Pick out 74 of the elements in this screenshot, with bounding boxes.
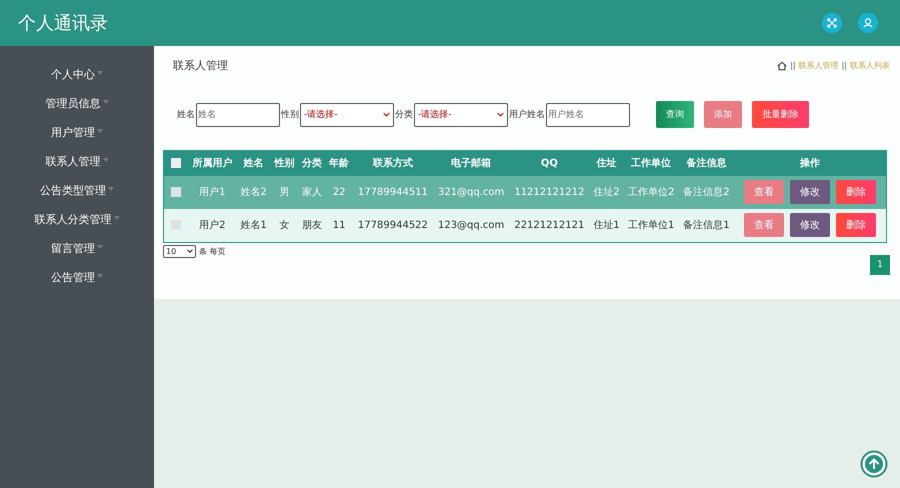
chevron-down-icon <box>497 112 504 117</box>
column-header: 操作 <box>734 150 886 176</box>
table-cell: 17789944511 <box>352 176 433 208</box>
app-title: 个人通讯录 <box>18 12 108 35</box>
scroll-to-top-icon[interactable] <box>860 450 888 478</box>
breadcrumb-separator: || <box>790 61 796 70</box>
column-header: 备注信息 <box>678 150 734 176</box>
table-cell: 女 <box>270 208 298 242</box>
breadcrumb-separator: || <box>842 61 847 70</box>
field-label: 用户姓名 <box>509 108 545 121</box>
column-header: 联系方式 <box>352 150 433 176</box>
row-action-button[interactable]: 删除 <box>836 213 876 237</box>
table-cell: 备注信息1 <box>678 208 734 242</box>
home-icon[interactable] <box>777 60 788 70</box>
table-cell: 工作单位1 <box>624 208 679 242</box>
column-header: 所属用户 <box>188 150 236 176</box>
column-header: 工作单位 <box>624 150 679 176</box>
user-icon[interactable] <box>858 13 878 33</box>
row-checkbox[interactable] <box>171 186 181 197</box>
table-cell: 22 <box>325 176 353 208</box>
table-cell: 11212121212 <box>509 176 590 208</box>
chevron-down-icon <box>383 112 390 117</box>
page-button[interactable]: 1 <box>870 254 890 274</box>
select-field[interactable]: -请选择- <box>300 102 394 126</box>
page-size-label: 条 每页 <box>199 246 226 256</box>
column-header: 住址 <box>589 150 624 176</box>
table-cell: 姓名2 <box>236 176 271 208</box>
action-button[interactable]: 查询 <box>656 101 694 128</box>
sidebar-item[interactable]: 留言管理 <box>0 234 154 263</box>
table-cell: 用户1 <box>188 176 236 208</box>
table-row[interactable]: 用户1 姓名2 男 家人 22 17789944511 321@qq.com 11212121212 住址2 工作单位2 备注信息2 查看 修改 删除 <box>164 176 886 208</box>
row-action-button[interactable]: 修改 <box>790 180 830 204</box>
column-header: 性别 <box>270 150 298 176</box>
table-cell: 男 <box>270 176 298 208</box>
table-cell: 17789944522 <box>352 208 433 242</box>
field-label: 姓名 <box>177 108 195 121</box>
table-cell: 家人 <box>298 176 326 208</box>
table-row[interactable]: 用户2 姓名1 女 朋友 11 17789944522 123@qq.com 22121212121 住址1 工作单位1 备注信息1 查看 修改 删除 <box>164 208 886 242</box>
sidebar-item[interactable]: 管理员信息 <box>0 89 154 118</box>
table-cell: 备注信息2 <box>678 176 734 208</box>
select-all-checkbox[interactable] <box>171 158 181 168</box>
column-header: 年龄 <box>325 150 353 176</box>
table-cell: 321@qq.com <box>433 176 510 208</box>
table-cell: 姓名1 <box>236 208 271 242</box>
sidebar-item[interactable]: 联系人管理 <box>0 147 154 176</box>
table-cell: 123@qq.com <box>433 208 510 242</box>
field-label: 性别 <box>281 108 299 121</box>
table-cell: 住址1 <box>589 208 624 242</box>
sidebar-item[interactable]: 公告类型管理 <box>0 176 154 205</box>
fullscreen-icon[interactable] <box>822 13 842 33</box>
row-action-button[interactable]: 修改 <box>790 213 830 237</box>
column-header: 电子邮箱 <box>433 150 510 176</box>
sidebar-item[interactable]: 用户管理 <box>0 118 154 147</box>
table-cell: 朋友 <box>298 208 326 242</box>
sidebar-item[interactable]: 个人中心 <box>0 60 154 89</box>
select-field[interactable]: -请选择- <box>414 102 508 126</box>
chevron-down-icon <box>187 249 193 253</box>
table-cell: 22121212121 <box>509 208 590 242</box>
page-size-select[interactable]: 10 <box>163 244 196 258</box>
sidebar-item[interactable]: 公告管理 <box>0 263 154 292</box>
input-field[interactable]: 用户姓名 <box>546 102 630 126</box>
table-cell: 工作单位2 <box>624 176 679 208</box>
row-action-button[interactable]: 删除 <box>836 180 876 204</box>
field-label: 分类 <box>395 108 413 121</box>
sidebar-item[interactable]: 联系人分类管理 <box>0 205 154 234</box>
table-cell: 住址2 <box>589 176 624 208</box>
table-cell: 用户2 <box>188 208 236 242</box>
input-field[interactable]: 姓名 <box>196 102 280 126</box>
action-button[interactable]: 批量删除 <box>752 101 809 128</box>
column-header: 分类 <box>298 150 326 176</box>
column-header: QQ <box>509 150 590 176</box>
column-header: 姓名 <box>236 150 271 176</box>
table-cell: 11 <box>325 208 353 242</box>
page-title: 联系人管理 <box>173 58 228 73</box>
